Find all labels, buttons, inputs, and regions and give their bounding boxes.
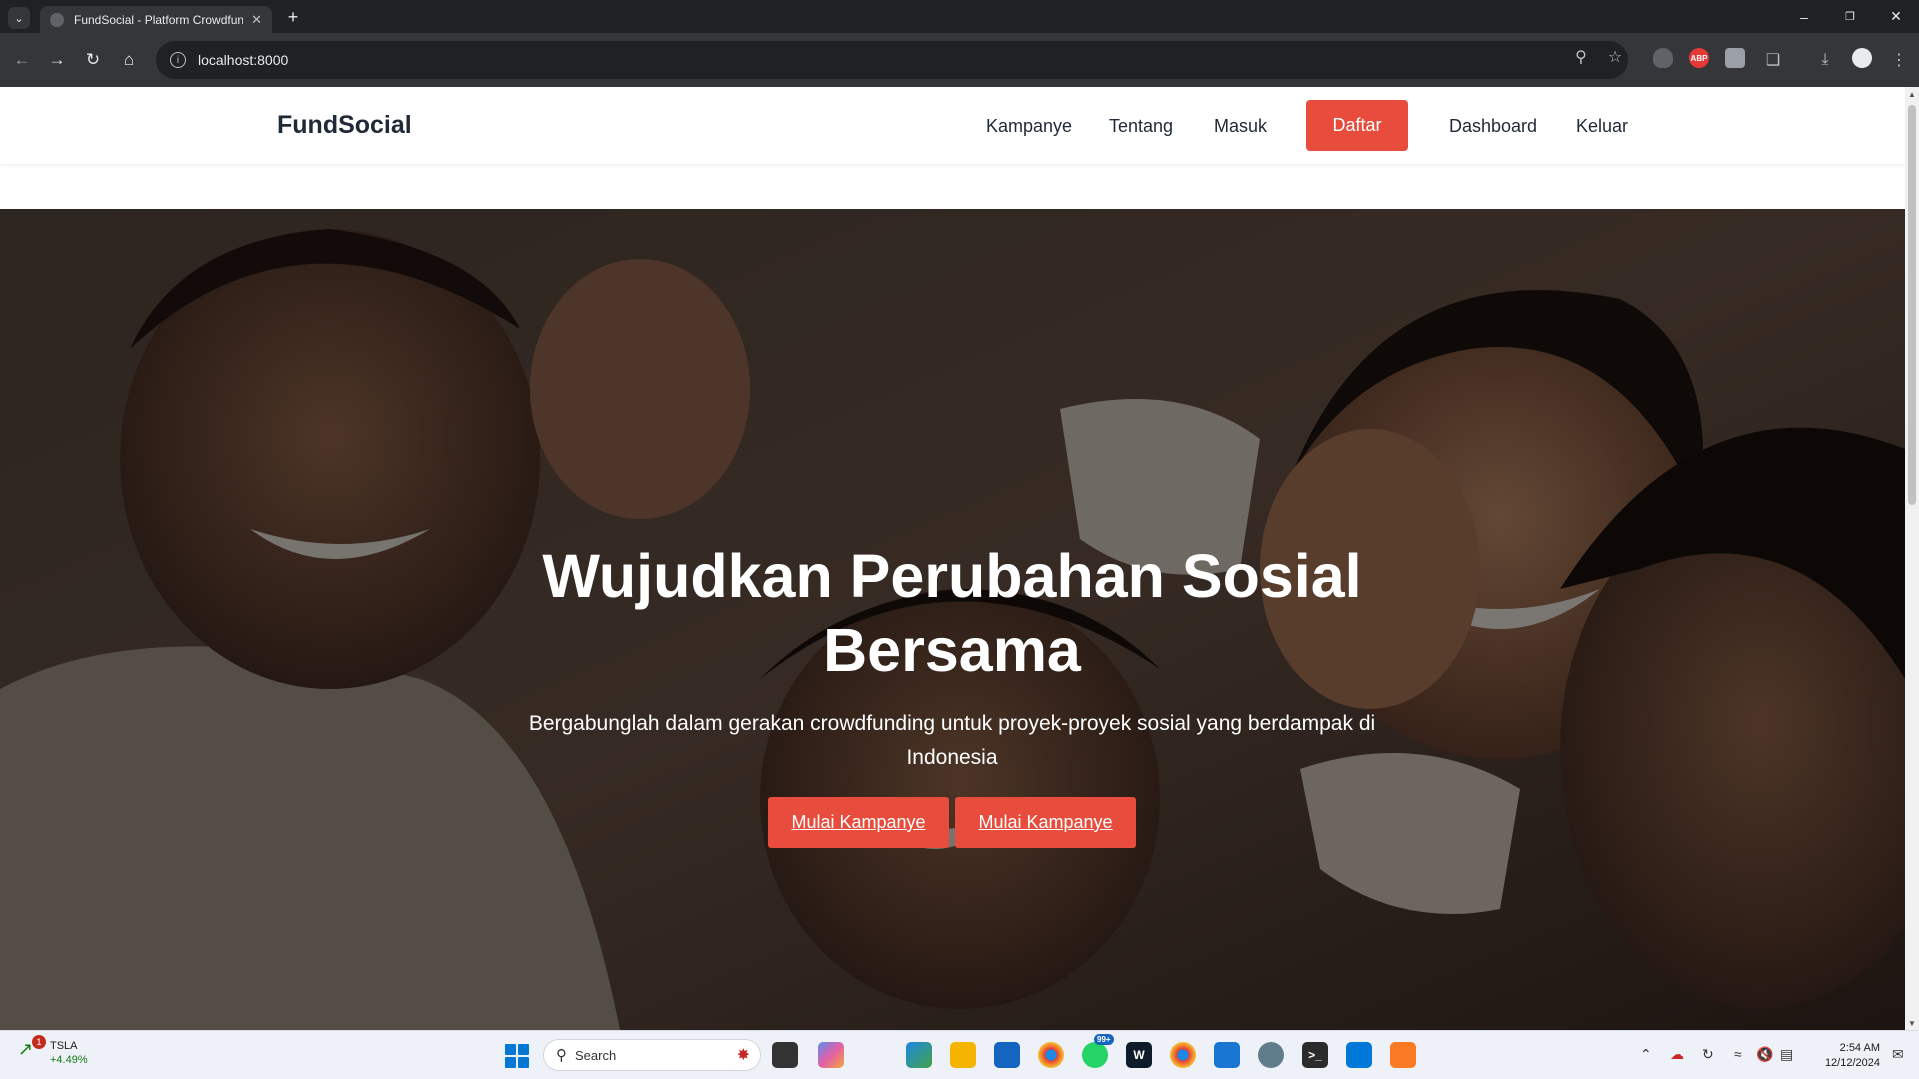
restore-icon[interactable]: ❐ <box>1827 0 1873 33</box>
clock-time: 2:54 AM <box>1839 1042 1880 1054</box>
search-placeholder: Search <box>575 1047 617 1063</box>
vscode-icon[interactable] <box>1346 1042 1372 1068</box>
copilot-icon[interactable] <box>818 1042 844 1068</box>
nav-link-tentang[interactable]: Tentang <box>1109 116 1173 137</box>
stock-chart-icon: ↗ 1 <box>18 1035 46 1063</box>
stock-widget[interactable]: ↗ 1 TSLA +4.49% <box>18 1035 88 1067</box>
hero-title: Wujudkan Perubahan Sosial Bersama <box>542 542 1362 684</box>
browser-tab[interactable]: FundSocial - Platform Crowdfun ✕ <box>40 6 272 33</box>
reload-icon[interactable]: ↻ <box>80 47 106 73</box>
nav-link-masuk[interactable]: Masuk <box>1214 116 1267 137</box>
minimize-icon[interactable]: – <box>1781 0 1827 33</box>
home-icon[interactable]: ⌂ <box>116 47 142 73</box>
system-clock[interactable]: 2:54 AM 12/12/2024 <box>1816 1041 1880 1071</box>
stock-change: +4.49% <box>50 1054 88 1066</box>
scroll-up-icon[interactable]: ▲ <box>1905 87 1919 101</box>
webstorm-icon[interactable]: W <box>1126 1042 1152 1068</box>
nav-link-keluar[interactable]: Keluar <box>1576 116 1628 137</box>
tray-cloud-icon[interactable]: ☁ <box>1670 1046 1684 1063</box>
volume-muted-icon[interactable]: 🔇 <box>1756 1046 1773 1063</box>
profile-avatar-icon[interactable] <box>1852 48 1872 68</box>
taskbar-search-input[interactable]: ⚲ Search ✸ <box>543 1039 761 1071</box>
notification-bell-icon[interactable]: ✉ <box>1892 1046 1904 1063</box>
stock-ticker: TSLA <box>50 1040 78 1052</box>
stock-badge: 1 <box>32 1035 46 1049</box>
nav-link-kampanye[interactable]: Kampanye <box>986 116 1072 137</box>
back-icon[interactable]: ← <box>9 47 35 73</box>
whatsapp-icon[interactable]: 99+ <box>1082 1034 1114 1068</box>
site-info-icon[interactable]: i <box>170 52 186 68</box>
forward-icon[interactable]: → <box>44 47 70 73</box>
site-navbar: FundSocial Kampanye Tentang Masuk Daftar… <box>0 87 1905 164</box>
tray-sync-icon[interactable]: ↻ <box>1702 1046 1714 1063</box>
os-taskbar: ↗ 1 TSLA +4.49% ⚲ Search ✸ 99+ W >_ ⌃ ☁ … <box>0 1030 1919 1079</box>
nav-link-dashboard[interactable]: Dashboard <box>1449 116 1537 137</box>
start-campaign-button[interactable]: Mulai Kampanye <box>768 797 949 848</box>
edge-browser-icon[interactable] <box>906 1042 932 1068</box>
hero-section: Wujudkan Perubahan Sosial Bersama Bergab… <box>0 209 1905 1030</box>
browser-toolbar: ← → ↻ ⌂ i localhost:8000 ⚲ ☆ ABP ❏ ⤓ ⋮ <box>0 33 1919 87</box>
zoom-icon[interactable]: ⚲ <box>1568 44 1594 70</box>
hero-button-group: Mulai Kampanye Mulai Kampanye <box>452 797 1452 848</box>
task-view-icon[interactable] <box>772 1042 798 1068</box>
xampp-icon[interactable] <box>1390 1042 1416 1068</box>
new-tab-icon[interactable]: + <box>282 6 304 28</box>
start-campaign-button-secondary[interactable]: Mulai Kampanye <box>955 797 1136 848</box>
file-explorer-icon[interactable] <box>950 1042 976 1068</box>
notification-badge: 99+ <box>1094 1034 1114 1045</box>
chrome-icon[interactable] <box>1038 1042 1064 1068</box>
hero-subtitle: Bergabunglah dalam gerakan crowdfunding … <box>528 712 1376 769</box>
chrome-active-icon[interactable] <box>1170 1042 1196 1068</box>
nav-button-daftar[interactable]: Daftar <box>1306 100 1408 151</box>
browser-tab-strip: ⌄ FundSocial - Platform Crowdfun ✕ + – ❐… <box>0 0 1919 33</box>
extensions-puzzle-icon[interactable]: ❏ <box>1760 47 1786 73</box>
close-window-icon[interactable]: ✕ <box>1873 0 1919 33</box>
settings-gear-icon[interactable] <box>1258 1042 1284 1068</box>
page-viewport: FundSocial Kampanye Tentang Masuk Daftar… <box>0 87 1905 1030</box>
download-icon[interactable]: ⤓ <box>1812 47 1838 73</box>
close-tab-icon[interactable]: ✕ <box>251 12 262 28</box>
windows-start-icon[interactable] <box>505 1044 529 1068</box>
scroll-down-icon[interactable]: ▼ <box>1905 1016 1919 1030</box>
tab-search-icon[interactable]: ⌄ <box>8 7 30 29</box>
adblock-label: ABP <box>1690 53 1708 63</box>
hero-content: Wujudkan Perubahan Sosial Bersama Bergab… <box>452 539 1452 848</box>
tray-overflow-chevron-icon[interactable]: ⌃ <box>1640 1046 1652 1063</box>
globe-icon <box>50 12 64 27</box>
ms-store-icon[interactable] <box>994 1042 1020 1068</box>
url-text: localhost:8000 <box>198 52 289 68</box>
search-highlight-icon: ✸ <box>736 1047 750 1064</box>
tab-title: FundSocial - Platform Crowdfun <box>74 12 244 27</box>
page-scrollbar[interactable]: ▲ ▼ <box>1905 87 1919 1030</box>
address-bar[interactable]: i localhost:8000 <box>156 41 1628 79</box>
site-brand-logo[interactable]: FundSocial <box>277 111 412 140</box>
bookmark-star-icon[interactable]: ☆ <box>1602 44 1628 70</box>
battery-icon[interactable]: ▤ <box>1780 1046 1793 1063</box>
wifi-icon[interactable]: ≈ <box>1734 1046 1742 1062</box>
notepad-icon[interactable] <box>1214 1042 1240 1068</box>
menu-kebab-icon[interactable]: ⋮ <box>1886 47 1912 73</box>
adblock-extension-icon[interactable]: ABP <box>1689 48 1709 68</box>
shield-extension-icon[interactable] <box>1653 48 1673 68</box>
terminal-icon[interactable]: >_ <box>1302 1042 1328 1068</box>
clock-date: 12/12/2024 <box>1824 1057 1880 1069</box>
search-icon: ⚲ <box>556 1047 567 1064</box>
image-extension-icon[interactable] <box>1725 48 1745 68</box>
scroll-thumb[interactable] <box>1908 105 1916 505</box>
